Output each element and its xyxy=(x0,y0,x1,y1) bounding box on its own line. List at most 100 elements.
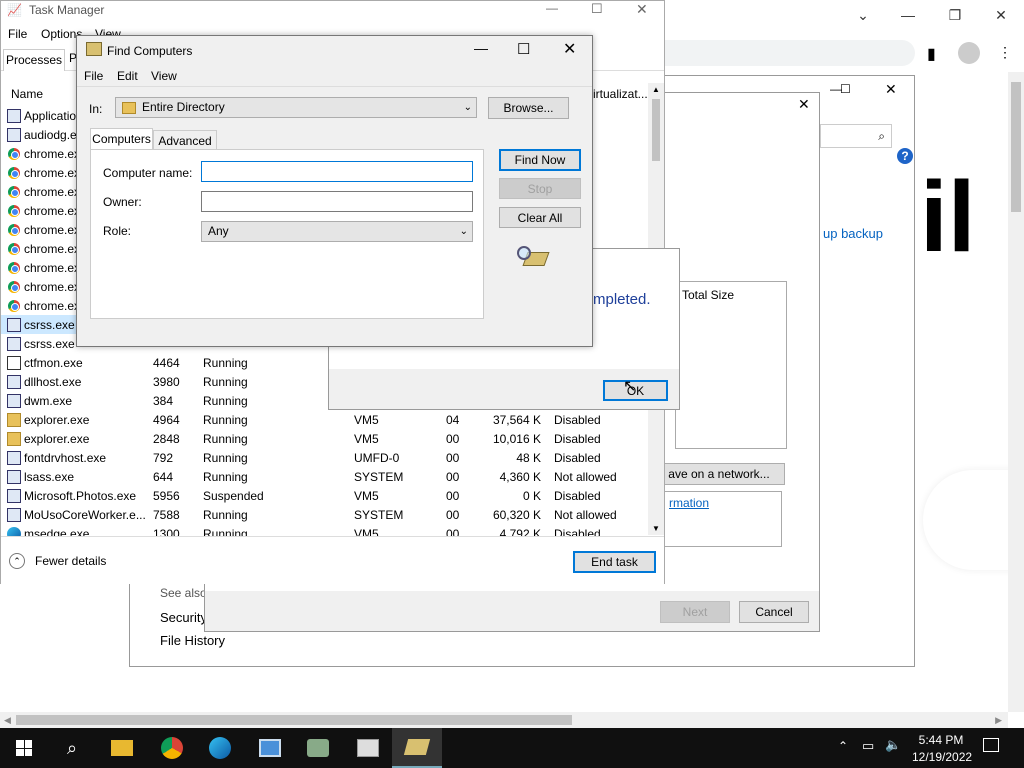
file-history-link[interactable]: File History xyxy=(160,633,225,648)
minimize-icon[interactable]: — xyxy=(546,1,558,15)
cell-virt: Disabled xyxy=(554,451,601,465)
close-icon[interactable]: ✕ xyxy=(636,1,648,18)
owner-input[interactable] xyxy=(201,191,473,212)
tab-advanced[interactable]: Advanced xyxy=(153,130,217,150)
table-row[interactable]: Microsoft.Photos.exe 5956 Suspended VM5 00 0 … xyxy=(1,486,651,505)
network-tool-icon[interactable] xyxy=(294,728,342,768)
security-link[interactable]: Security xyxy=(160,610,207,625)
tab-processes[interactable]: Processes xyxy=(3,49,65,71)
chrome-icon xyxy=(7,223,21,237)
notifications-icon[interactable] xyxy=(983,738,999,752)
end-task-button[interactable]: End task xyxy=(573,551,656,573)
start-button[interactable] xyxy=(0,728,48,768)
help-icon[interactable]: ? xyxy=(897,148,913,164)
menu-edit[interactable]: Edit xyxy=(117,69,138,83)
tab-list-chevron-icon[interactable]: ⌄ xyxy=(840,0,886,30)
cell-virt: Not allowed xyxy=(554,508,617,522)
file-explorer-icon[interactable] xyxy=(98,728,146,768)
menu-view[interactable]: View xyxy=(151,69,177,83)
cancel-button[interactable]: Cancel xyxy=(739,601,809,623)
cell-mem: 48 K xyxy=(516,451,541,465)
chevron-up-icon[interactable]: ⌃ xyxy=(838,739,848,753)
close-icon[interactable]: ✕ xyxy=(563,39,576,59)
table-row[interactable]: explorer.exe 2848 Running VM5 00 10,016 K Disa… xyxy=(1,429,651,448)
search-icon[interactable]: ⌕ xyxy=(48,728,96,768)
address-bar[interactable] xyxy=(665,40,915,66)
app-icon xyxy=(7,489,21,503)
clock-time: 5:44 PM xyxy=(918,733,964,747)
more-menu-icon[interactable]: ⋮ xyxy=(998,44,1012,61)
task-manager-footer: ⌃ Fewer details End task xyxy=(1,536,664,584)
app-icon xyxy=(7,470,21,484)
chrome-icon xyxy=(7,299,21,313)
horizontal-scrollbar[interactable]: ◀ ▶ xyxy=(0,712,1008,728)
computer-name-input[interactable] xyxy=(201,161,473,182)
message-text: mpleted. xyxy=(593,291,651,308)
stop-button[interactable]: Stop xyxy=(499,178,581,199)
destination-list[interactable]: Total Size xyxy=(675,281,787,449)
app-icon xyxy=(7,508,21,522)
save-on-network-button[interactable]: ave on a network... xyxy=(653,463,785,485)
cell-cpu: 00 xyxy=(446,470,460,484)
close-icon[interactable]: ✕ xyxy=(798,96,810,113)
next-button[interactable]: Next xyxy=(660,601,730,623)
cell-virt: Disabled xyxy=(554,432,601,446)
clock[interactable]: 5:44 PM 12/19/2022 xyxy=(912,733,972,764)
sidebar-icon[interactable]: ▮ xyxy=(927,44,936,64)
in-scope-combo[interactable]: Entire Directory ⌄ xyxy=(115,97,477,118)
column-virtualization[interactable]: irtualizat... xyxy=(593,87,648,101)
tab-computers[interactable]: Computers xyxy=(90,128,153,150)
cell-name: fontdrvhost.exe xyxy=(24,451,107,465)
chevron-down-icon: ⌄ xyxy=(459,226,468,237)
table-row[interactable]: lsass.exe 644 Running SYSTEM 00 4,360 K Not al… xyxy=(1,467,651,486)
table-row[interactable]: MoUsoCoreWorker.e... 7588 Running SYSTEM 00 6… xyxy=(1,505,651,524)
menu-file[interactable]: File xyxy=(84,69,103,83)
table-row[interactable]: fontdrvhost.exe 792 Running UMFD-0 00 48 K Dis… xyxy=(1,448,651,467)
find-now-button[interactable]: Find Now xyxy=(499,149,581,171)
profile-avatar[interactable] xyxy=(958,42,980,64)
cell-user: UMFD-0 xyxy=(354,451,400,465)
minimize-icon[interactable]: — xyxy=(474,40,488,56)
chrome-icon xyxy=(7,166,21,180)
information-link[interactable]: rmation xyxy=(669,496,709,510)
clear-all-button[interactable]: Clear All xyxy=(499,207,581,228)
find-computers-dialog: Find Computers — ☐ ✕ File Edit View In: … xyxy=(76,35,593,347)
role-combo[interactable]: Any ⌄ xyxy=(201,221,473,242)
search-box[interactable]: ⌕ xyxy=(820,124,892,148)
cell-name: csrss.exe xyxy=(24,318,75,332)
app-icon xyxy=(7,375,21,389)
edge-icon[interactable] xyxy=(196,728,244,768)
restore-icon[interactable]: ☐ xyxy=(840,82,851,96)
restore-icon[interactable]: ❐ xyxy=(932,0,978,30)
chevron-up-icon[interactable]: ⌃ xyxy=(9,553,25,569)
volume-icon[interactable]: 🔈 xyxy=(885,737,901,753)
cell-user: VM5 xyxy=(354,489,379,503)
network-icon[interactable]: ▭ xyxy=(862,738,874,754)
directory-icon xyxy=(122,101,136,114)
in-label: In: xyxy=(89,102,103,116)
cell-status: Running xyxy=(203,413,248,427)
chrome-icon[interactable] xyxy=(148,728,196,768)
control-panel-icon[interactable] xyxy=(246,728,294,768)
search-magnifier-icon xyxy=(517,246,550,270)
table-row[interactable]: explorer.exe 4964 Running VM5 04 37,564 K Disa… xyxy=(1,410,651,429)
cell-pid: 384 xyxy=(153,394,174,408)
minimize-icon[interactable]: — xyxy=(885,0,931,30)
cell-status: Running xyxy=(203,375,248,389)
column-name[interactable]: Name xyxy=(11,87,43,101)
find-computers-icon xyxy=(86,42,102,56)
set-up-backup-link[interactable]: up backup xyxy=(823,226,883,241)
close-icon[interactable]: ✕ xyxy=(885,81,897,98)
cell-name: explorer.exe xyxy=(24,432,90,446)
close-icon[interactable]: ✕ xyxy=(978,0,1024,30)
maximize-icon[interactable]: ☐ xyxy=(591,1,603,17)
cell-cpu: 00 xyxy=(446,489,460,503)
task-manager-taskbar-icon[interactable] xyxy=(344,728,392,768)
browse-button[interactable]: Browse... xyxy=(488,97,569,119)
fewer-details-link[interactable]: Fewer details xyxy=(35,554,106,568)
find-computers-taskbar-icon[interactable] xyxy=(392,728,442,768)
cell-name: dllhost.exe xyxy=(24,375,82,389)
maximize-icon[interactable]: ☐ xyxy=(517,40,530,58)
browser-scrollbar[interactable] xyxy=(1008,72,1024,712)
menu-file[interactable]: File xyxy=(8,27,27,41)
